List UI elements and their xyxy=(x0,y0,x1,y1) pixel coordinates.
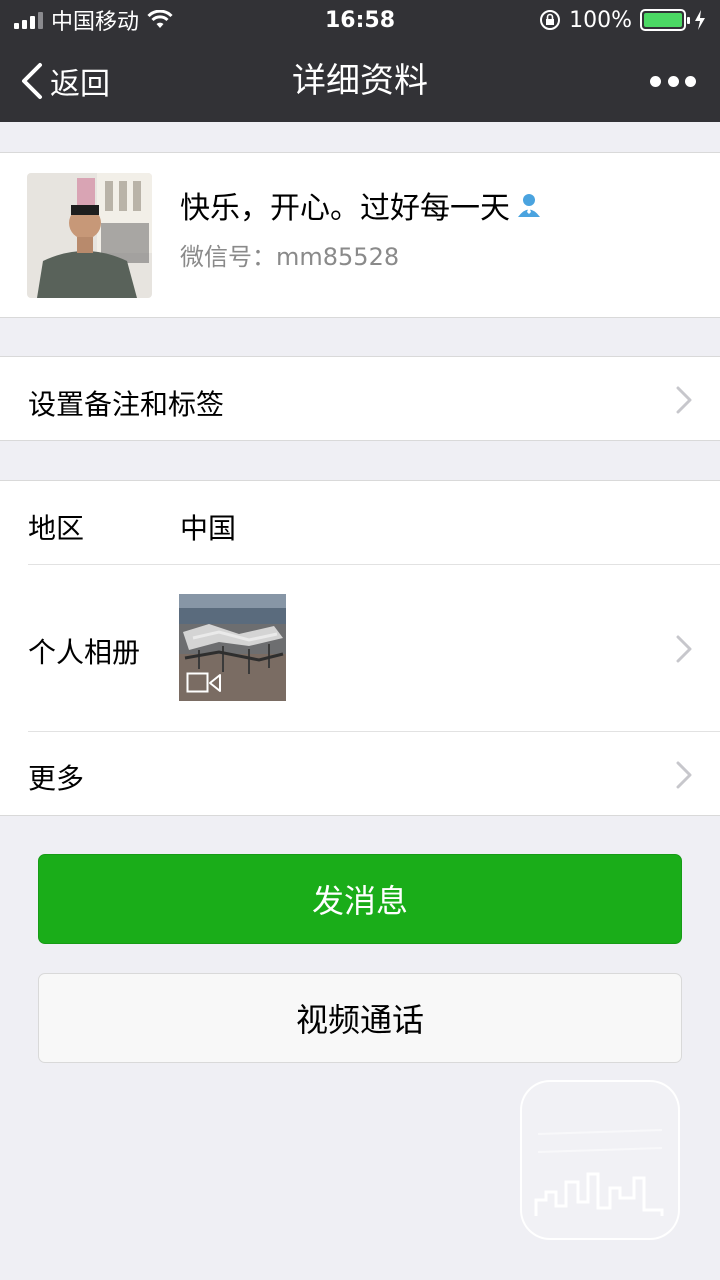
rotation-lock-icon xyxy=(540,10,561,30)
back-label: 返回 xyxy=(50,67,110,102)
chevron-right-icon xyxy=(676,761,692,789)
status-bar: 中国移动 16:58 100% xyxy=(0,0,720,40)
watermark-logo xyxy=(520,1080,680,1240)
album-label: 个人相册 xyxy=(28,636,141,669)
battery-icon xyxy=(640,9,690,31)
wifi-icon xyxy=(147,10,173,28)
info-card: 地区 中国 个人相册 更多 xyxy=(0,480,720,816)
chevron-right-icon xyxy=(676,635,692,663)
avatar[interactable] xyxy=(27,173,152,298)
back-button[interactable]: 返回 xyxy=(18,58,110,104)
carrier-label: 中国移动 xyxy=(51,10,140,35)
more-dots-icon[interactable] xyxy=(650,70,696,92)
video-call-label: 视频通话 xyxy=(295,1001,424,1039)
profile-name: 快乐，开心。过好每一天 xyxy=(180,183,542,227)
chevron-right-icon xyxy=(676,386,692,414)
set-remark-row[interactable]: 设置备注和标签 xyxy=(0,356,720,441)
chevron-left-icon xyxy=(22,63,42,99)
send-message-button[interactable]: 发消息 xyxy=(38,854,682,944)
remark-label: 设置备注和标签 xyxy=(28,388,225,421)
charging-icon xyxy=(695,10,705,30)
nav-bar: 返回 详细资料 xyxy=(0,40,720,122)
profile-card: 快乐，开心。过好每一天 微信号：mm85528 xyxy=(0,152,720,318)
region-label: 地区 xyxy=(28,512,85,545)
divider xyxy=(28,731,720,732)
battery-percent: 100% xyxy=(569,7,632,33)
send-message-label: 发消息 xyxy=(311,882,408,920)
region-value: 中国 xyxy=(180,512,237,545)
more-label: 更多 xyxy=(28,762,85,795)
album-thumbnail[interactable] xyxy=(179,594,286,701)
divider xyxy=(28,564,720,565)
wechat-id: 微信号：mm85528 xyxy=(180,243,400,271)
video-icon xyxy=(186,672,221,693)
person-icon xyxy=(518,194,540,217)
signal-icon xyxy=(14,11,43,29)
video-call-button[interactable]: 视频通话 xyxy=(38,973,682,1063)
profile-name-text: 快乐，开心。过好每一天 xyxy=(180,191,510,226)
